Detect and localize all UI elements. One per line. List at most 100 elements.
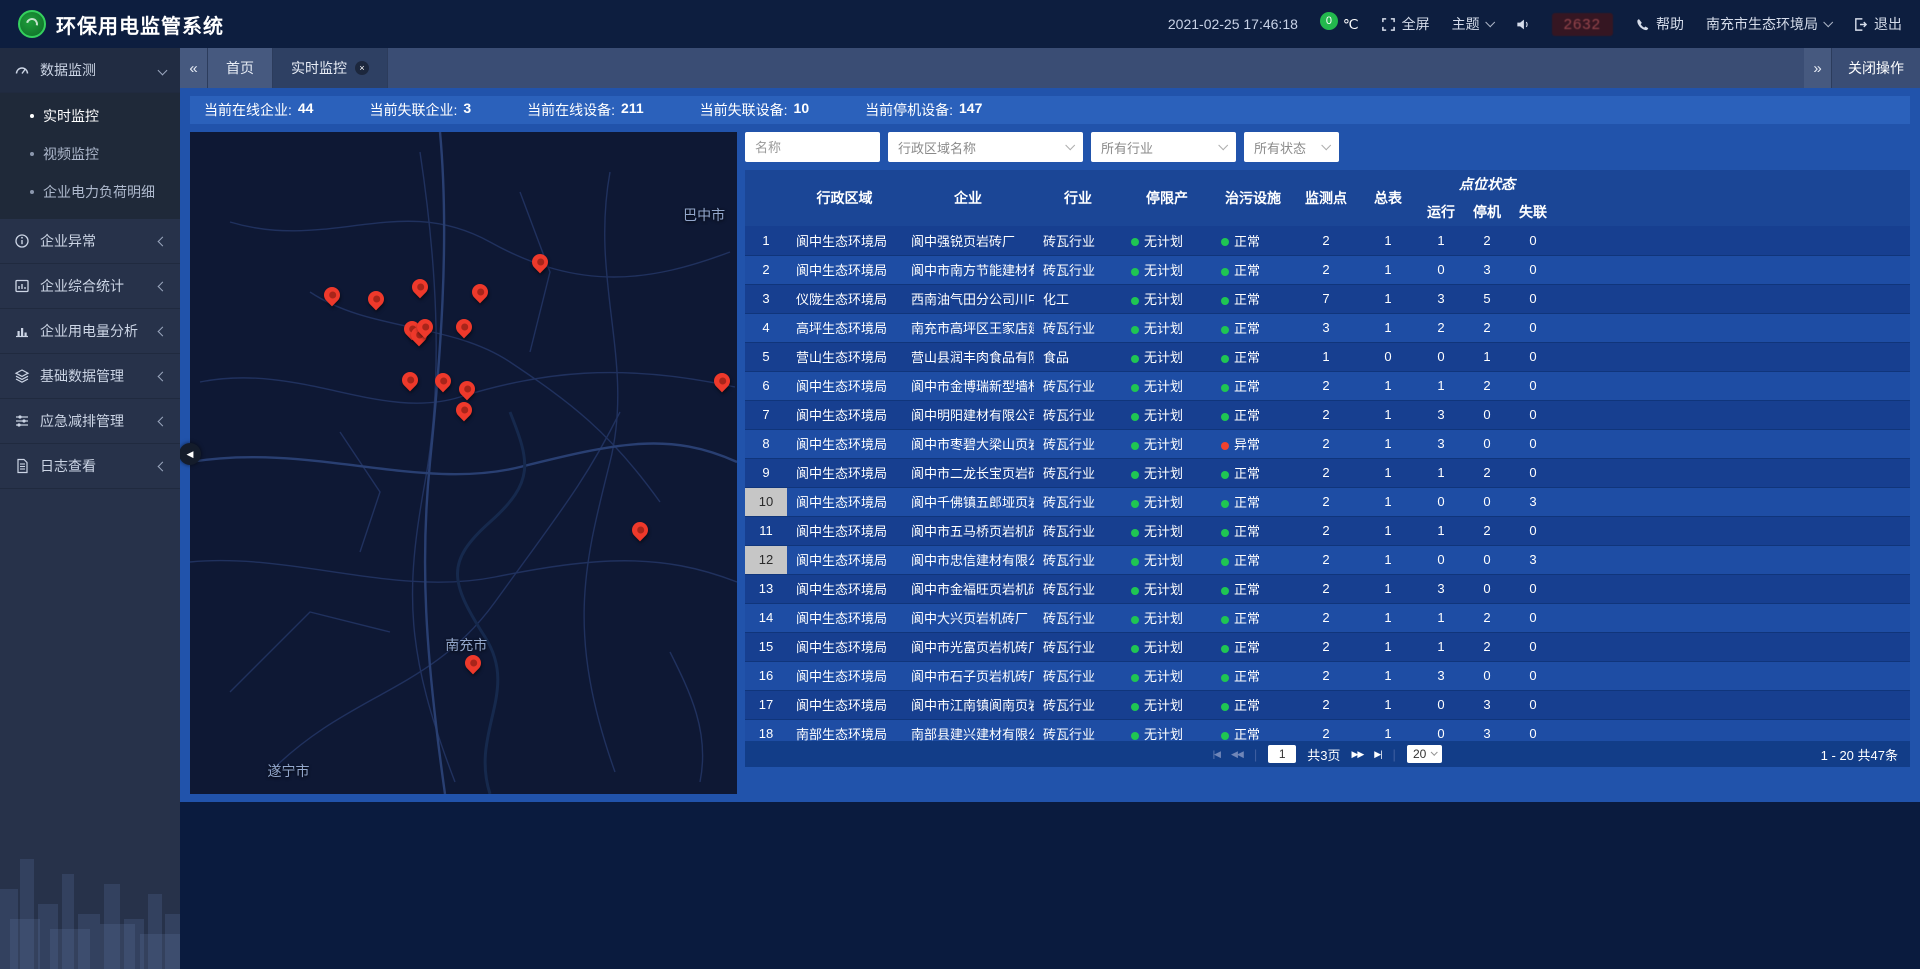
filler-cell [1556, 632, 1910, 661]
run-cell: 1 [1418, 371, 1464, 400]
run-cell: 3 [1418, 400, 1464, 429]
table-row[interactable]: 8 阆中生态环境局 阆中市枣碧大梁山页岩 砖瓦行业 无计划 异常 [745, 429, 1910, 458]
facility-status-dot-icon [1221, 355, 1229, 363]
sidebar-item-video-monitor[interactable]: 视频监控 [0, 135, 180, 173]
industry-cell: 砖瓦行业 [1034, 371, 1122, 400]
col-meters: 总表 [1358, 170, 1418, 226]
lost-cell: 0 [1510, 429, 1556, 458]
next-page-button[interactable]: ▶▶ [1351, 749, 1363, 760]
table-row[interactable]: 2 阆中生态环境局 阆中市南方节能建材有 砖瓦行业 无计划 正常 [745, 255, 1910, 284]
alarm-sound-button[interactable] [1515, 17, 1530, 32]
tab-home[interactable]: 首页 [208, 48, 273, 88]
sidebar-item-company-statistics[interactable]: 企业综合统计 [0, 264, 180, 309]
tab-realtime-monitor[interactable]: 实时监控 × [273, 48, 388, 88]
map-collapse-button[interactable]: ◀ [179, 443, 201, 465]
row-number-cell: 2 [745, 255, 787, 284]
temperature-value: 0 [1320, 12, 1338, 30]
row-number-cell: 17 [745, 690, 787, 719]
tabs-scroll-left-button[interactable]: « [180, 48, 208, 88]
table-row[interactable]: 1 阆中生态环境局 阆中强锐页岩砖厂 砖瓦行业 无计划 正常 [745, 226, 1910, 255]
table-row[interactable]: 4 高坪生态环境局 南充市高坪区王家店建 砖瓦行业 无计划 正常 [745, 313, 1910, 342]
table-body: 1 阆中生态环境局 阆中强锐页岩砖厂 砖瓦行业 无计划 正常 [745, 226, 1910, 741]
table-row[interactable]: 7 阆中生态环境局 阆中明阳建材有限公司 砖瓦行业 无计划 正常 [745, 400, 1910, 429]
page-input[interactable]: 1 [1268, 745, 1296, 763]
points-cell: 2 [1294, 429, 1358, 458]
limit-cell: 无计划 [1122, 284, 1212, 313]
name-filter-input[interactable] [745, 132, 880, 162]
theme-dropdown[interactable]: 主题 [1452, 14, 1493, 34]
sidebar-item-data-monitor[interactable]: 数据监测 [0, 48, 180, 93]
page-size-select[interactable]: 20 [1407, 745, 1442, 763]
table-row[interactable]: 17 阆中生态环境局 阆中市江南镇阆南页岩 砖瓦行业 无计划 正常 [745, 690, 1910, 719]
table-row[interactable]: 11 阆中生态环境局 阆中市五马桥页岩机砖 砖瓦行业 无计划 正常 [745, 516, 1910, 545]
lost-cell: 3 [1510, 487, 1556, 516]
facility-cell: 正常 [1212, 690, 1294, 719]
tabs-scroll-right-button[interactable]: » [1804, 48, 1832, 88]
region-cell: 阆中生态环境局 [787, 516, 902, 545]
filler-cell [1556, 719, 1910, 741]
table-row[interactable]: 3 仪陇生态环境局 西南油气田分公司川中 化工 无计划 正常 [745, 284, 1910, 313]
col-lost: 失联 [1510, 198, 1556, 226]
table-row[interactable]: 13 阆中生态环境局 阆中市金福旺页岩机砖 砖瓦行业 无计划 正常 [745, 574, 1910, 603]
logout-label: 退出 [1874, 14, 1902, 34]
stat-value: 211 [621, 100, 644, 120]
table-row[interactable]: 6 阆中生态环境局 阆中市金博瑞新型墙材 砖瓦行业 无计划 正常 [745, 371, 1910, 400]
stat-label: 当前在线企业: [204, 100, 292, 120]
table-row[interactable]: 14 阆中生态环境局 阆中大兴页岩机砖厂 砖瓦行业 无计划 正常 [745, 603, 1910, 632]
table-row[interactable]: 15 阆中生态环境局 阆中市光富页岩机砖厂 砖瓦行业 无计划 正常 [745, 632, 1910, 661]
region-cell: 阆中生态环境局 [787, 574, 902, 603]
sidebar-item-log-view[interactable]: 日志查看 [0, 444, 180, 489]
stat-item: 当前在线设备: 211 [527, 100, 643, 120]
stop-cell: 0 [1464, 400, 1510, 429]
limit-cell: 无计划 [1122, 603, 1212, 632]
sidebar-item-realtime-monitor[interactable]: 实时监控 [0, 97, 180, 135]
status-filter-select[interactable]: 所有状态 [1244, 132, 1339, 162]
table-row[interactable]: 12 阆中生态环境局 阆中市忠信建材有限公 砖瓦行业 无计划 正常 [745, 545, 1910, 574]
close-icon[interactable]: × [355, 61, 369, 75]
stop-cell: 0 [1464, 487, 1510, 516]
industry-filter-select[interactable]: 所有行业 [1091, 132, 1236, 162]
region-cell: 阆中生态环境局 [787, 458, 902, 487]
double-chevron-right-icon: » [1813, 60, 1821, 77]
sidebar-item-company-abnormal[interactable]: 企业异常 [0, 219, 180, 264]
table-row[interactable]: 9 阆中生态环境局 阆中市二龙长宝页岩砖 砖瓦行业 无计划 正常 [745, 458, 1910, 487]
org-dropdown[interactable]: 南充市生态环境局 [1706, 14, 1831, 34]
logout-button[interactable]: 退出 [1853, 14, 1902, 34]
run-cell: 0 [1418, 487, 1464, 516]
sidebar-item-base-data[interactable]: 基础数据管理 [0, 354, 180, 399]
facility-status-dot-icon [1221, 703, 1229, 711]
fullscreen-button[interactable]: 全屏 [1381, 14, 1430, 34]
table-row[interactable]: 10 阆中生态环境局 阆中千佛镇五郎垭页岩 砖瓦行业 无计划 正常 [745, 487, 1910, 516]
region-cell: 阆中生态环境局 [787, 400, 902, 429]
company-cell: 阆中市石子页岩机砖厂 [902, 661, 1034, 690]
sidebar-group-label: 应急减排管理 [40, 411, 124, 431]
sidebar-item-power-analysis[interactable]: 企业用电量分析 [0, 309, 180, 354]
content: 当前在线企业: 44 当前失联企业: 3 当前在线设备: 211 当前 [180, 88, 1920, 802]
chevron-left-icon [158, 416, 168, 426]
prev-page-button[interactable]: ◀◀ [1231, 749, 1243, 760]
table-row[interactable]: 18 南部生态环境局 南部县建兴建材有限公 砖瓦行业 无计划 正常 [745, 719, 1910, 741]
stat-value: 3 [463, 100, 471, 120]
map-panel[interactable]: 巴中市 南充市 遂宁市 [190, 132, 737, 794]
help-button[interactable]: 帮助 [1635, 14, 1684, 34]
table-row[interactable]: 5 营山生态环境局 营山县润丰肉食品有限 食品 无计划 正常 [745, 342, 1910, 371]
points-cell: 2 [1294, 603, 1358, 632]
last-page-button[interactable]: ▶| [1374, 749, 1381, 760]
sidebar-item-emergency-reduction[interactable]: 应急减排管理 [0, 399, 180, 444]
table-row[interactable]: 16 阆中生态环境局 阆中市石子页岩机砖厂 砖瓦行业 无计划 正常 [745, 661, 1910, 690]
temperature-unit: ℃ [1343, 16, 1359, 33]
facility-cell: 正常 [1212, 545, 1294, 574]
facility-cell: 正常 [1212, 284, 1294, 313]
lost-cell: 0 [1510, 284, 1556, 313]
region-filter-select[interactable]: 行政区域名称 [888, 132, 1083, 162]
first-page-button[interactable]: |◀ [1213, 749, 1220, 760]
sidebar-item-power-load-detail[interactable]: 企业电力负荷明细 [0, 173, 180, 211]
alarm-count-badge[interactable]: 2632 [1552, 13, 1613, 36]
facility-cell: 正常 [1212, 226, 1294, 255]
close-operations-button[interactable]: 关闭操作 [1832, 48, 1920, 88]
fullscreen-label: 全屏 [1402, 14, 1430, 34]
tab-label: 实时监控 [291, 58, 347, 78]
limit-status-dot-icon [1131, 703, 1139, 711]
meters-cell: 1 [1358, 371, 1418, 400]
industry-cell: 砖瓦行业 [1034, 487, 1122, 516]
